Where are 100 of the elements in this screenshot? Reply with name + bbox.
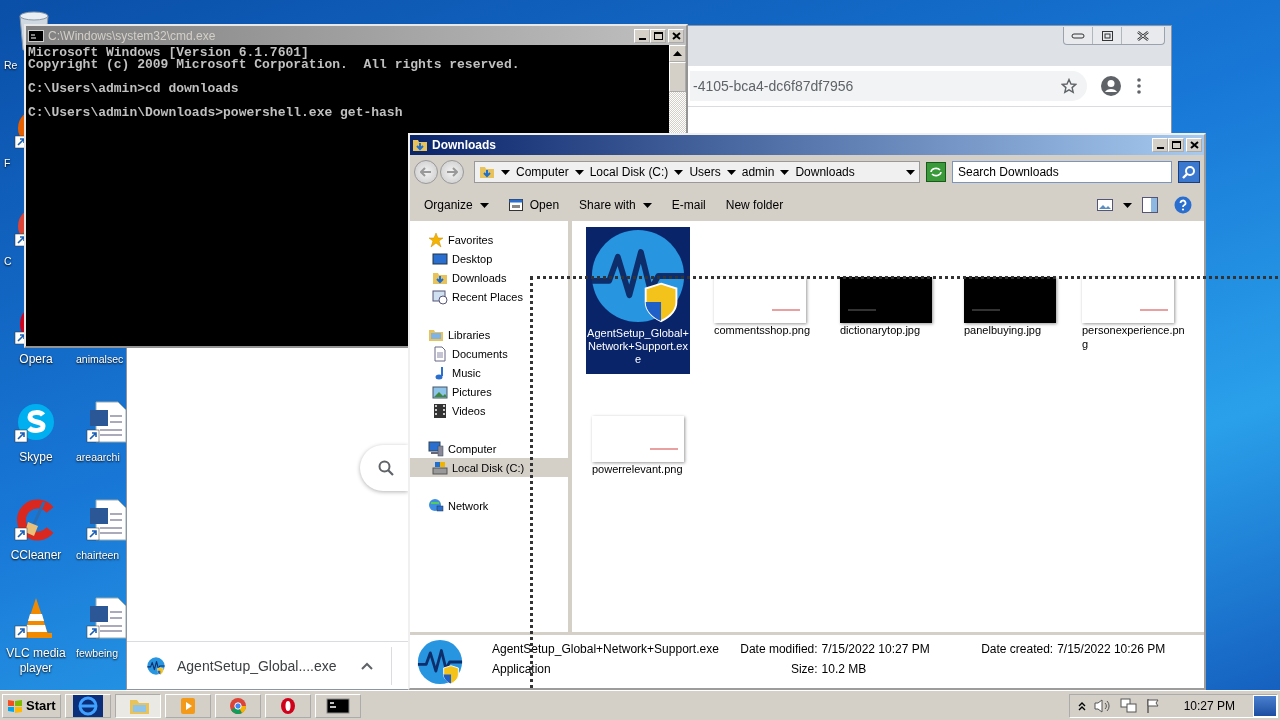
network-icon[interactable]	[1119, 697, 1138, 714]
recent-icon	[432, 288, 448, 305]
caret-icon	[674, 169, 684, 175]
caret-icon	[360, 661, 373, 670]
desktop-icon-label[interactable]: fewbeing	[76, 646, 119, 661]
chrome-taskbar-icon[interactable]	[214, 693, 261, 718]
folder-icon	[412, 137, 428, 153]
refresh-icon	[929, 166, 943, 178]
console-icon	[28, 29, 44, 42]
nav-item[interactable]: Local Disk (C:)	[410, 458, 568, 477]
caret-icon	[780, 169, 790, 175]
nav-item[interactable]: Desktop	[410, 249, 568, 268]
minimize-icon	[1156, 147, 1164, 149]
network-icon	[428, 497, 444, 514]
desktop-icon-label[interactable]: animalsec	[76, 352, 124, 367]
help-icon[interactable]	[1174, 196, 1192, 214]
caret-icon	[479, 202, 489, 208]
start-button[interactable]: Start	[2, 693, 61, 718]
bookmark-star-icon[interactable]	[1061, 78, 1077, 94]
flag-icon[interactable]	[1145, 697, 1162, 714]
file-type: Application	[491, 661, 552, 678]
toolbar-button[interactable]: Share with	[571, 195, 660, 215]
detail-value: 7/15/2022 10:26 PM	[1057, 641, 1167, 658]
search-icon	[1182, 165, 1196, 179]
breadcrumb-item[interactable]: Computer	[516, 165, 569, 179]
nav-item[interactable]: Favorites	[410, 230, 568, 249]
menu-icon[interactable]	[1137, 78, 1141, 94]
window-title: C:\Windows\system32\cmd.exe	[48, 28, 217, 43]
toolbar-button[interactable]: E-mail	[663, 195, 714, 215]
file-item[interactable]: dictionarytop.jpg	[840, 227, 932, 337]
caret-icon	[642, 202, 652, 208]
desktop-icon-label[interactable]: Opera	[1, 352, 71, 367]
search-field[interactable]: Search Downloads	[952, 161, 1172, 183]
desktop-icon-label[interactable]: Re	[4, 58, 18, 73]
nav-item[interactable]: Pictures	[410, 382, 568, 401]
toolbar-button[interactable]: Open	[500, 195, 568, 215]
desktop-icon-label[interactable]: VLC media player	[1, 646, 71, 676]
close-icon	[1137, 30, 1149, 41]
detail-label: Size:	[789, 661, 818, 678]
maximize-button[interactable]	[650, 28, 666, 43]
desktop-icon-label[interactable]: C	[4, 254, 12, 269]
desktop-icon-label[interactable]: Skype	[1, 450, 71, 465]
desktop-icon-label[interactable]: chairteen	[76, 548, 120, 563]
preview-pane-icon[interactable]	[1142, 197, 1158, 213]
minimize-button[interactable]	[634, 28, 650, 43]
nav-item[interactable]: Music	[410, 363, 568, 382]
ie-taskbar-icon[interactable]	[64, 693, 111, 718]
nav-item[interactable]: Libraries	[410, 325, 568, 344]
opera-taskbar-icon[interactable]	[264, 693, 311, 718]
detail-label: Date modified:	[739, 641, 818, 658]
nav-item[interactable]: Documents	[410, 344, 568, 363]
desktop-icon	[432, 250, 448, 267]
nav-item[interactable]: Videos	[410, 401, 568, 420]
scrollbar-thumb[interactable]	[669, 62, 686, 92]
view-icon[interactable]	[1097, 198, 1113, 212]
dropdown-icon	[1123, 202, 1132, 208]
desktop-icon-label[interactable]: CCleaner	[1, 548, 71, 563]
address-bar[interactable]: Computer Local Disk (C:) Users admin Downloads	[474, 161, 920, 183]
breadcrumb-item[interactable]: Local Disk (C:)	[589, 165, 669, 179]
app-icon	[417, 638, 463, 685]
file-item[interactable]: AgentSetup_Global+Network+Support.exe	[586, 227, 690, 374]
account-icon[interactable]	[1101, 76, 1121, 96]
clock[interactable]: 10:27 PM	[1183, 698, 1235, 713]
close-icon	[671, 31, 681, 40]
caret-icon	[574, 169, 584, 175]
caret-icon	[726, 169, 736, 175]
breadcrumb-item[interactable]: Downloads	[795, 165, 855, 179]
breadcrumb-item[interactable]: admin	[741, 165, 775, 179]
detail-label: Date created:	[980, 641, 1054, 658]
close-icon	[1189, 141, 1199, 149]
refresh-button[interactable]	[926, 162, 946, 182]
address-bar[interactable]: -4105-bca4-dc6f87df7956	[690, 71, 1087, 101]
breadcrumb-item[interactable]: Users	[689, 165, 721, 179]
nav-item[interactable]: Computer	[410, 439, 568, 458]
minimize-button[interactable]	[1152, 138, 1168, 152]
up-arrow-icon	[673, 51, 682, 56]
detail-value: 7/15/2022 10:27 PM	[821, 641, 931, 658]
toolbar-button[interactable]: New folder	[717, 195, 792, 215]
maximize-icon	[653, 31, 663, 40]
maximize-button[interactable]	[1168, 138, 1184, 152]
console-taskbar-icon[interactable]	[314, 693, 361, 718]
speaker-icon[interactable]	[1093, 697, 1112, 714]
nav-item[interactable]: Recent Places	[410, 287, 568, 306]
detail-value: 10.2 MB	[821, 661, 868, 678]
download-item[interactable]: AgentSetup_Global....exe	[147, 646, 392, 685]
show-desktop-button[interactable]	[1253, 694, 1277, 717]
file-item[interactable]: panelbuying.jpg	[964, 227, 1056, 337]
search-button[interactable]	[1178, 161, 1200, 183]
console-line: Microsoft Windows [Version 6.1.7601]	[28, 47, 309, 59]
scroll-up-button[interactable]	[669, 45, 686, 62]
search-button[interactable]	[360, 445, 408, 491]
desktop-icon-label[interactable]: areaarchi	[76, 450, 120, 465]
toolbar-button[interactable]: Organize	[416, 195, 497, 215]
file-name: AgentSetup_Global+Network+Support.exe	[491, 641, 720, 658]
file-item[interactable]: commentsshop.png	[714, 227, 810, 337]
file-item[interactable]: personexperience.png	[1082, 227, 1186, 351]
nav-item[interactable]: Network	[410, 496, 568, 515]
nav-item[interactable]: Downloads	[410, 268, 568, 287]
chevron-up-icon[interactable]	[1077, 700, 1086, 711]
desktop-icon-label[interactable]: F	[4, 156, 11, 171]
